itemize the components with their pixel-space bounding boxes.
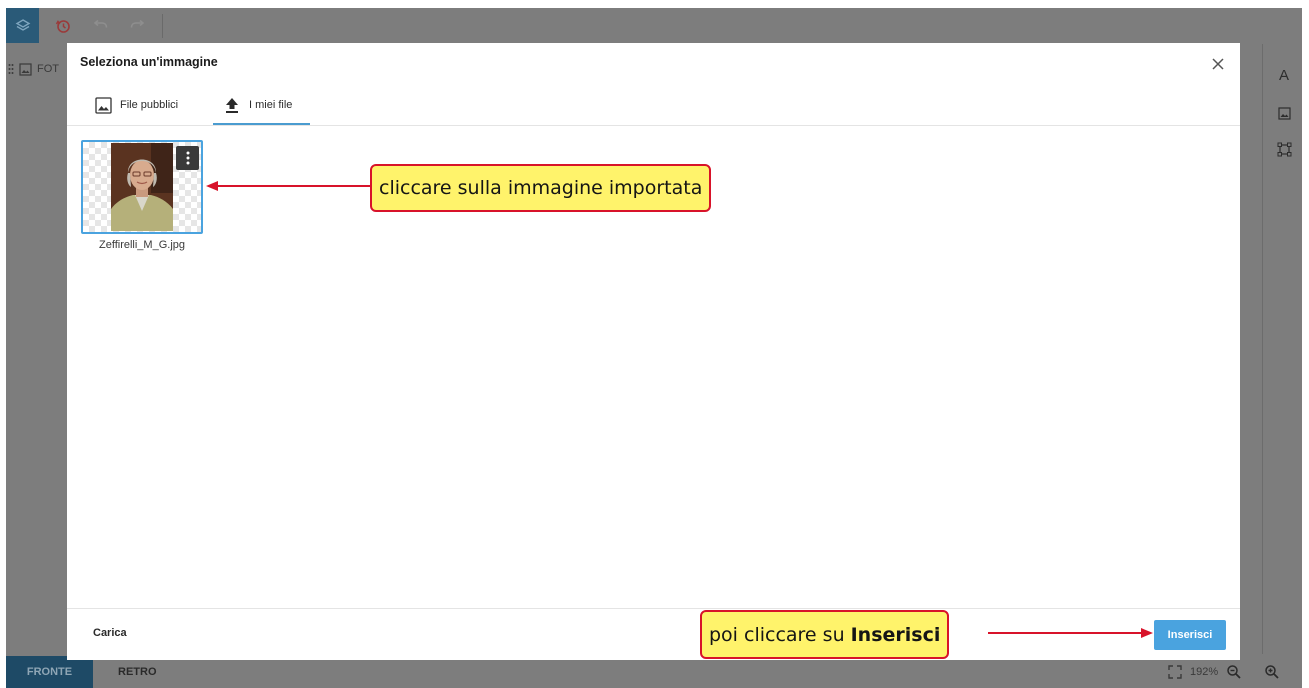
callout-click-image-text: cliccare sulla immagine importata bbox=[379, 177, 703, 199]
arrowhead-2 bbox=[1141, 628, 1153, 638]
callout-click-insert-text: poi cliccare su bbox=[709, 623, 845, 646]
arrowhead-1 bbox=[206, 181, 218, 191]
annotation-arrows bbox=[206, 181, 1153, 638]
callout-click-insert-bold: Inserisci bbox=[850, 623, 941, 646]
callout-click-image: cliccare sulla immagine importata bbox=[370, 164, 712, 212]
callout-click-insert: poi cliccare su Inserisci bbox=[700, 610, 950, 659]
